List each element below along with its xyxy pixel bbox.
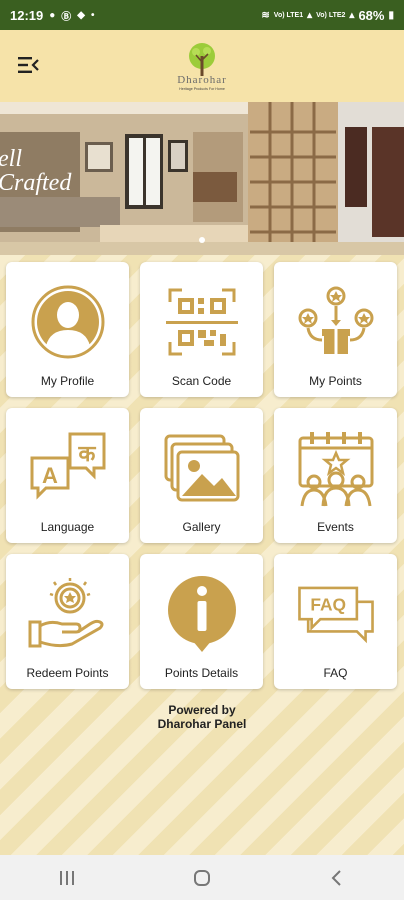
back-button[interactable] [317,863,357,893]
tile-label: Scan Code [171,374,232,388]
back-icon [331,869,341,886]
signal-icon: ▴ [349,9,355,21]
tile-label: Gallery [182,520,221,534]
tile-language[interactable]: A क Language [6,408,129,543]
recent-apps-button[interactable] [47,863,87,893]
menu-icon [18,57,39,73]
tile-label: Events [317,520,354,534]
home-icon [193,869,210,886]
logo-tagline: Heritage Products For Home [179,86,225,91]
qr-code-icon [165,288,238,356]
home-button[interactable] [182,863,222,893]
powered-by: Powered by Dharohar Panel [0,703,404,731]
battery-percent: 68% [358,7,385,23]
tile-label: FAQ [323,666,348,680]
battery-icon: ▮ [388,9,394,21]
system-nav-bar [0,855,404,900]
carousel-dot [199,237,205,243]
app-header: Dharohar Heritage Products For Home [0,30,404,102]
tile-faq[interactable]: FAQ FAQ [274,554,397,689]
tile-scan-code[interactable]: Scan Code [140,262,263,397]
dot-icon: • [91,9,95,21]
powered-by-line1: Powered by [168,703,236,717]
faq-icon: FAQ [297,586,374,644]
tile-label: Redeem Points [26,666,109,680]
tile-label: My Profile [40,374,95,388]
language-icon: A क [30,432,105,500]
events-icon [298,432,373,507]
tile-redeem-points[interactable]: Redeem Points [6,554,129,689]
tree-logo-icon [188,42,215,76]
banner-text-line1: ell [0,146,22,172]
tile-gallery[interactable]: Gallery [140,408,263,543]
recent-apps-icon [60,870,75,885]
tile-my-profile[interactable]: My Profile [6,262,129,397]
network-label-2: Vo) LTE2 [316,11,346,19]
menu-button[interactable] [16,54,40,76]
tile-points-details[interactable]: Points Details [140,554,263,689]
tile-label: Points Details [164,666,239,680]
banner-carousel[interactable]: ell Crafted [0,102,404,255]
redeem-hand-coin-icon [28,578,103,648]
profile-icon [31,285,104,359]
signal-icon: ▴ [307,9,313,21]
svg-text:FAQ: FAQ [310,595,346,615]
carousel-indicator [0,237,404,243]
banner-text-line2: Crafted [0,170,72,196]
network-label-1: Vo) LTE1 [273,11,304,19]
info-icon [167,576,236,652]
status-bar: 12:19 ● Ⓑ ◆ • ≋ Vo) LTE1 ▴ Vo) LTE2 ▴ 68… [0,0,404,30]
jio-icon: ● [49,9,56,21]
logo: Dharohar Heritage Products For Home [177,42,227,91]
status-time: 12:19 [10,7,44,23]
wifi-icon: ≋ [261,9,270,21]
location-icon: ◆ [77,9,85,21]
b-icon: Ⓑ [61,11,72,23]
logo-name: Dharohar [177,73,227,86]
tile-events[interactable]: Events [274,408,397,543]
points-gift-icon [298,286,373,354]
gallery-icon [164,434,239,502]
powered-by-line2: Dharohar Panel [157,717,247,731]
tile-label: My Points [309,374,362,388]
menu-grid: My Profile Scan Code My Points A क Langu… [6,262,398,689]
tile-label: Language [40,520,95,534]
svg-text:क: क [77,442,96,467]
tile-my-points[interactable]: My Points [274,262,397,397]
svg-text:A: A [42,463,58,488]
